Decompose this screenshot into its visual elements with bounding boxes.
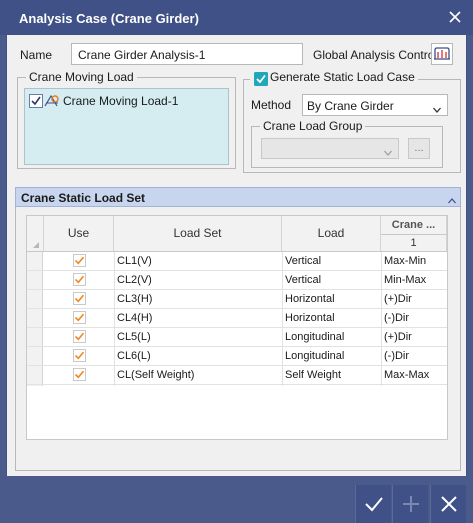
crane-load-group-legend: Crane Load Group [260,119,366,133]
load-set-cell[interactable]: CL4(H) [114,312,152,324]
table-row[interactable]: CL1(V) Vertical Max-Min [27,252,447,271]
load-set-cell[interactable]: CL2(V) [114,274,152,286]
table-row[interactable]: CL5(L) Longitudinal (+)Dir [27,328,447,347]
crane-moving-load-list[interactable]: Crane Moving Load-1 [24,88,229,165]
use-checkbox[interactable] [73,349,86,362]
load-set-cell[interactable]: CL3(H) [114,293,152,305]
row-divider [27,384,447,385]
table-row[interactable]: CL4(H) Horizontal (-)Dir [27,309,447,328]
load-cell[interactable]: Longitudinal [282,331,344,343]
global-analysis-control-button[interactable] [431,43,453,65]
column-header-load[interactable]: Load [282,216,381,252]
chevron-down-icon [433,102,441,113]
load-set-cell[interactable]: CL(Self Weight) [114,369,194,381]
global-analysis-control-label: Global Analysis Control [313,48,438,62]
load-cell[interactable]: Horizontal [282,293,335,305]
add-button[interactable] [392,485,428,523]
column-header-crane-sub[interactable]: 1 [381,235,447,252]
crane-cell[interactable]: (-)Dir [381,312,409,324]
column-divider [114,252,115,386]
column-divider [282,252,283,386]
crane-moving-load-legend: Crane Moving Load [26,70,137,84]
use-checkbox[interactable] [73,368,86,381]
crane-analysis-icon [434,47,450,60]
generate-static-load-case-label: Generate Static Load Case [270,70,415,84]
method-select[interactable]: By Crane Girder [302,94,448,116]
section-title: Crane Static Load Set [21,191,146,205]
crane-cell[interactable]: (-)Dir [381,350,409,362]
load-set-grid[interactable]: Use Load Set Load Crane ... 1 CL1(V) Vert… [26,215,448,440]
chevron-up-icon[interactable] [448,193,456,204]
method-select-value: By Crane Girder [307,99,394,113]
crane-load-group-select[interactable] [261,138,399,159]
use-checkbox[interactable] [73,311,86,324]
generate-static-load-case-legend: Generate Static Load Case [250,70,418,84]
cancel-button[interactable] [430,485,466,523]
crane-cell[interactable]: (+)Dir [381,293,412,305]
use-checkbox[interactable] [73,254,86,267]
use-checkbox[interactable] [73,273,86,286]
table-row[interactable]: CL2(V) Vertical Min-Max [27,271,447,290]
window-title: Analysis Case (Crane Girder) [19,11,199,26]
crane-cell[interactable]: Max-Min [381,255,426,267]
analysis-case-dialog: Analysis Case (Crane Girder) Name Crane … [0,0,473,523]
list-item[interactable]: Crane Moving Load-1 [29,93,219,109]
load-cell[interactable]: Longitudinal [282,350,344,362]
name-field[interactable]: Crane Girder Analysis-1 [71,43,303,65]
crane-load-group-browse-button[interactable]: ... [408,138,430,159]
method-label: Method [251,98,292,112]
table-row[interactable]: CL3(H) Horizontal (+)Dir [27,290,447,309]
load-cell[interactable]: Horizontal [282,312,335,324]
use-checkbox[interactable] [73,330,86,343]
close-icon [441,496,457,512]
close-icon[interactable] [445,7,465,27]
load-cell[interactable]: Vertical [282,274,321,286]
title-bar: Analysis Case (Crane Girder) [0,0,473,35]
crane-moving-load-item-label: Crane Moving Load-1 [63,94,179,108]
table-row[interactable]: CL(Self Weight) Self Weight Max-Max [27,366,447,385]
load-cell[interactable]: Vertical [282,255,321,267]
grid-corner [27,216,44,252]
ok-button[interactable] [355,485,391,523]
crane-moving-load-group: Crane Moving Load Crane Moving Load-1 [17,70,236,169]
name-label: Name [20,48,53,62]
crane-static-load-set-panel: Use Load Set Load Crane ... 1 CL1(V) Vert… [15,207,461,471]
crane-moving-load-icon [43,93,61,112]
load-set-cell[interactable]: CL1(V) [114,255,152,267]
crane-cell[interactable]: (+)Dir [381,331,412,343]
crane-cell[interactable]: Max-Max [381,369,429,381]
column-header-crane[interactable]: Crane ... [381,216,447,235]
load-set-cell[interactable]: CL5(L) [114,331,151,343]
dialog-button-bar [0,476,473,523]
plus-icon [403,496,419,512]
load-set-cell[interactable]: CL6(L) [114,350,151,362]
column-header-load-set[interactable]: Load Set [114,216,282,252]
crane-load-group-box: Crane Load Group ... [251,119,443,168]
static-load-case-group: Generate Static Load Case Method By Cran… [243,70,461,173]
crane-cell[interactable]: Min-Max [381,274,426,286]
dialog-content: Name Crane Girder Analysis-1 Global Anal… [6,35,467,476]
checkmark-icon [365,497,383,512]
column-divider [381,252,382,386]
table-row[interactable]: CL6(L) Longitudinal (-)Dir [27,347,447,366]
load-cell[interactable]: Self Weight [282,369,341,381]
crane-moving-load-checkbox[interactable] [29,94,43,108]
use-checkbox[interactable] [73,292,86,305]
column-header-use[interactable]: Use [44,216,114,252]
crane-static-load-set-header[interactable]: Crane Static Load Set [15,187,461,207]
chevron-down-icon [384,145,392,156]
generate-static-load-case-checkbox[interactable] [254,72,268,86]
